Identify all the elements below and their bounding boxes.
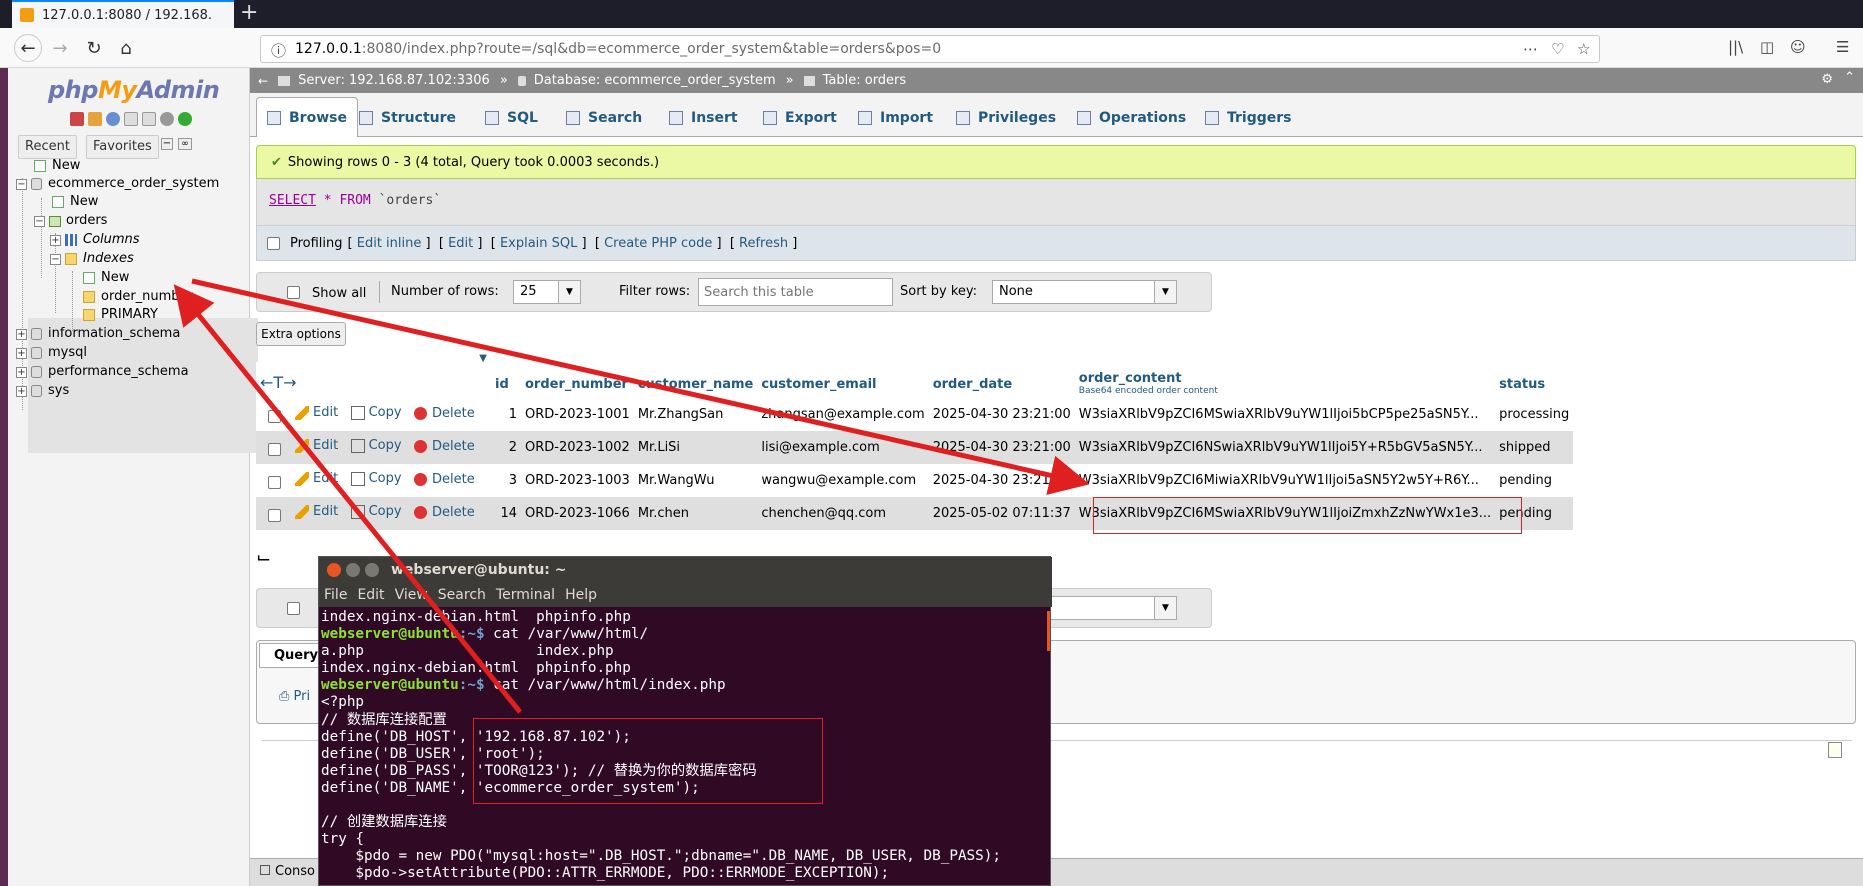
arrow-to-order-content	[191, 278, 1090, 495]
annotation-arrows	[173, 278, 1090, 714]
arrow-to-columns	[173, 284, 522, 714]
